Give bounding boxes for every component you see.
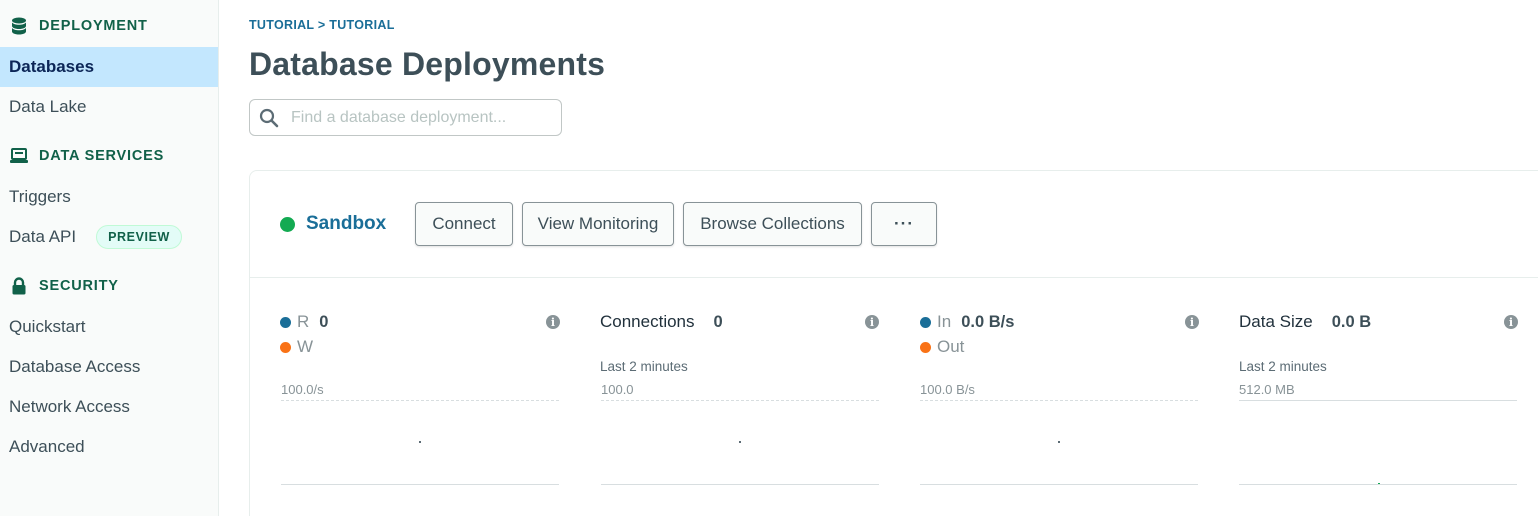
chart-baseline [281,484,559,485]
sidebar-item-quickstart[interactable]: Quickstart [0,307,218,347]
connections-scale: 100.0 [601,382,634,397]
search-input[interactable] [291,108,541,127]
preview-badge: PREVIEW [96,225,182,249]
in-label: In [937,312,952,331]
section-data-services: DATA SERVICES [9,146,164,166]
chart-max-line [920,400,1198,401]
connections-value: 0 [713,312,723,331]
breadcrumb-org[interactable]: TUTORIAL [249,18,314,32]
connections-title: Connections [600,312,695,331]
sidebar-item-database-access[interactable]: Database Access [0,347,218,387]
cluster-name[interactable]: Sandbox [306,213,386,235]
connections-subtitle: Last 2 minutes [600,359,688,374]
info-icon[interactable]: i [865,315,879,329]
write-legend: W [280,337,313,357]
chart-max-line [281,400,559,401]
sidebar-item-network-access[interactable]: Network Access [0,387,218,427]
cluster-title[interactable]: Sandbox [280,213,386,235]
data-size-title: Data Size [1239,312,1313,331]
sidebar: DEPLOYMENT Databases Data Lake DATA SERV… [0,0,219,516]
info-icon[interactable]: i [546,315,560,329]
section-deployment: DEPLOYMENT [9,16,148,36]
more-options-button[interactable]: ··· [871,202,937,246]
ops-scale: 100.0/s [281,382,324,397]
sidebar-item-data-lake[interactable]: Data Lake [0,87,218,127]
out-legend: Out [920,337,964,357]
chart-baseline [601,484,879,485]
chart-point [419,441,421,443]
write-dot [280,341,291,353]
page-title: Database Deployments [249,46,606,82]
chart-baseline [1239,484,1517,485]
cluster-card-header: Sandbox Connect View Monitoring Browse C… [250,171,1538,278]
chart-point [1058,441,1060,443]
section-title: SECURITY [39,278,119,294]
out-label: Out [937,337,965,356]
section-security: SECURITY [9,276,119,296]
section-title: DATA SERVICES [39,148,165,164]
sidebar-item-data-api[interactable]: Data API PREVIEW [0,217,218,257]
breadcrumb-separator: > [314,18,330,32]
database-icon [9,16,29,36]
connect-button[interactable]: Connect [415,202,513,246]
out-dot [920,341,931,353]
breadcrumb: TUTORIAL > TUTORIAL [249,18,395,32]
search-box[interactable] [249,99,562,136]
sidebar-item-advanced[interactable]: Advanced [0,427,218,467]
laptop-icon [9,146,29,166]
network-scale: 100.0 B/s [920,382,975,397]
info-icon[interactable]: i [1504,315,1518,329]
data-size-subtitle: Last 2 minutes [1239,359,1327,374]
data-size-header: Data Size 0.0 B [1239,312,1371,332]
write-label: W [297,337,314,356]
sidebar-item-label: Data API [9,227,77,246]
read-label: R [297,312,310,331]
read-dot [280,316,291,328]
in-dot [920,316,931,328]
read-legend: R 0 [280,312,328,332]
view-monitoring-button[interactable]: View Monitoring [522,202,674,246]
sidebar-item-triggers[interactable]: Triggers [0,177,218,217]
browse-collections-button[interactable]: Browse Collections [683,202,862,246]
lock-icon [9,276,29,296]
section-title: DEPLOYMENT [39,18,148,34]
connections-header: Connections 0 [600,312,723,332]
breadcrumb-project[interactable]: TUTORIAL [329,18,394,32]
chart-point [739,441,741,443]
data-size-scale: 512.0 MB [1239,382,1295,397]
in-legend: In 0.0 B/s [920,312,1014,332]
cluster-card: Sandbox Connect View Monitoring Browse C… [249,170,1538,516]
sidebar-item-databases[interactable]: Databases [0,47,218,87]
chart-max-line [1239,400,1517,401]
info-icon[interactable]: i [1185,315,1199,329]
read-value: 0 [319,312,329,331]
status-indicator [280,216,295,232]
search-icon [259,108,279,128]
chart-baseline [920,484,1198,485]
chart-max-line [601,400,879,401]
in-value: 0.0 B/s [961,312,1015,331]
data-size-value: 0.0 B [1331,312,1372,331]
